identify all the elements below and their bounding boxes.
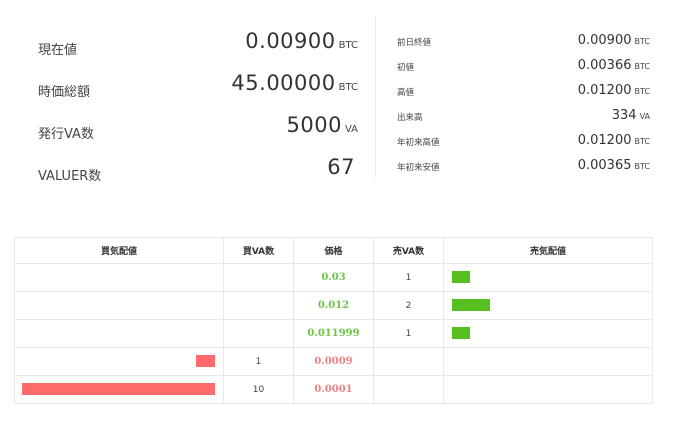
stat-market-cap: 時価総額 45.00000 BTC [38, 69, 358, 111]
table-row[interactable]: 1 0.0009 [14, 347, 653, 376]
header-sell-qty: 売VA数 [373, 237, 444, 264]
stat-value: 0.00900 BTC [578, 29, 650, 48]
buy-qty-cell [223, 291, 294, 320]
stat-unit: VA [639, 112, 650, 121]
stat-value: 0.00366 BTC [578, 54, 650, 73]
buy-qty-cell: 10 [223, 375, 294, 404]
stat-number: 0.01200 [577, 83, 632, 98]
price-cell: 0.0009 [293, 347, 374, 376]
header-buy-qty: 買VA数 [223, 237, 294, 264]
stat-valuer-count: VALUER数 67 [38, 153, 358, 195]
stat-ytd-low: 年初来安値 0.00365 BTC [397, 154, 650, 179]
stat-unit: BTC [634, 162, 651, 171]
detail-stats: 前日終値 0.00900 BTC 初値 0.00366 BTC 高値 0.01200… [397, 29, 650, 179]
stat-label: 年初来高値 [397, 138, 440, 148]
stat-unit: BTC [338, 82, 358, 93]
stat-unit: BTC [338, 40, 358, 51]
stat-value: 5000 VA [287, 113, 359, 137]
sell-qty-cell: 1 [373, 319, 444, 348]
sell-depth-cell [443, 263, 653, 292]
sell-depth-cell [443, 375, 653, 404]
summary-panel: 現在値 0.00900 BTC 時価総額 45.00000 BTC 発行VA数 50… [0, 0, 680, 200]
table-row[interactable]: 0.012 2 [14, 291, 653, 320]
table-row[interactable]: 0.03 1 [14, 263, 653, 292]
stat-number: 67 [327, 155, 355, 179]
buy-qty-cell [223, 263, 294, 292]
stat-label: 出来高 [397, 113, 423, 123]
stat-label: 高値 [397, 88, 415, 98]
buy-qty-cell: 1 [223, 347, 294, 376]
stat-value: 45.00000 BTC [231, 71, 358, 95]
table-row[interactable]: 0.011999 1 [14, 319, 653, 348]
price-cell: 0.012 [293, 291, 374, 320]
table-row[interactable]: 10 0.0001 [14, 375, 653, 404]
sell-qty-cell [373, 347, 444, 376]
stat-number: 0.01200 [577, 133, 632, 148]
price-cell: 0.0001 [293, 375, 374, 404]
buy-depth-cell [14, 375, 224, 404]
buy-depth-bar [22, 383, 215, 395]
stat-current-price: 現在値 0.00900 BTC [38, 27, 358, 69]
stat-ytd-high: 年初来高値 0.01200 BTC [397, 129, 650, 154]
stat-unit: BTC [634, 137, 651, 146]
stat-unit: BTC [634, 62, 651, 71]
price-cell: 0.011999 [293, 319, 374, 348]
stat-label: 発行VA数 [38, 127, 94, 142]
stat-unit: VA [344, 124, 358, 135]
price-cell: 0.03 [293, 263, 374, 292]
stat-volume: 出来高 334 VA [397, 104, 650, 129]
stat-unit: BTC [634, 87, 651, 96]
order-book-table: 買気配値 買VA数 価格 売VA数 売気配値 0.03 1 0.012 2 0.… [14, 237, 653, 404]
stat-value: 0.01200 BTC [578, 129, 650, 148]
stat-high: 高値 0.01200 BTC [397, 79, 650, 104]
sell-depth-bar [452, 299, 490, 311]
stat-open: 初値 0.00366 BTC [397, 54, 650, 79]
stat-value: 0.00900 BTC [245, 29, 358, 53]
stat-unit: BTC [634, 37, 651, 46]
stat-label: 初値 [397, 63, 415, 73]
sell-qty-cell [373, 375, 444, 404]
stat-prev-close: 前日終値 0.00900 BTC [397, 29, 650, 54]
stat-number: 5000 [286, 113, 342, 137]
sell-qty-cell: 1 [373, 263, 444, 292]
sell-depth-cell [443, 291, 653, 320]
header-price: 価格 [293, 237, 374, 264]
buy-depth-cell [14, 347, 224, 376]
stat-label: 現在値 [38, 43, 78, 58]
stat-label: VALUER数 [38, 169, 102, 184]
main-stats: 現在値 0.00900 BTC 時価総額 45.00000 BTC 発行VA数 50… [38, 27, 358, 195]
order-book-header-row: 買気配値 買VA数 価格 売VA数 売気配値 [14, 237, 653, 264]
sell-depth-cell [443, 319, 653, 348]
sell-depth-bar [452, 327, 470, 339]
stat-number: 0.00366 [577, 58, 632, 73]
stat-label: 前日終値 [397, 38, 432, 48]
buy-depth-cell [14, 319, 224, 348]
header-buy-depth: 買気配値 [14, 237, 224, 264]
stat-label: 時価総額 [38, 85, 91, 100]
sell-depth-cell [443, 347, 653, 376]
stat-number: 45.00000 [231, 71, 336, 95]
stat-value: 334 VA [612, 104, 650, 123]
buy-depth-cell [14, 263, 224, 292]
stat-label: 年初来安値 [397, 163, 440, 173]
header-sell-depth: 売気配値 [443, 237, 653, 264]
stat-value: 0.01200 BTC [578, 79, 650, 98]
stat-value: 0.00365 BTC [578, 154, 650, 173]
summary-divider [375, 16, 376, 178]
stat-number: 0.00365 [577, 158, 632, 173]
buy-qty-cell [223, 319, 294, 348]
stat-value: 67 [327, 155, 358, 179]
buy-depth-bar [196, 355, 215, 367]
sell-depth-bar [452, 271, 470, 283]
stat-issued-va: 発行VA数 5000 VA [38, 111, 358, 153]
stat-number: 0.00900 [245, 29, 336, 53]
buy-depth-cell [14, 291, 224, 320]
stat-number: 0.00900 [577, 33, 632, 48]
stat-number: 334 [611, 108, 637, 123]
sell-qty-cell: 2 [373, 291, 444, 320]
